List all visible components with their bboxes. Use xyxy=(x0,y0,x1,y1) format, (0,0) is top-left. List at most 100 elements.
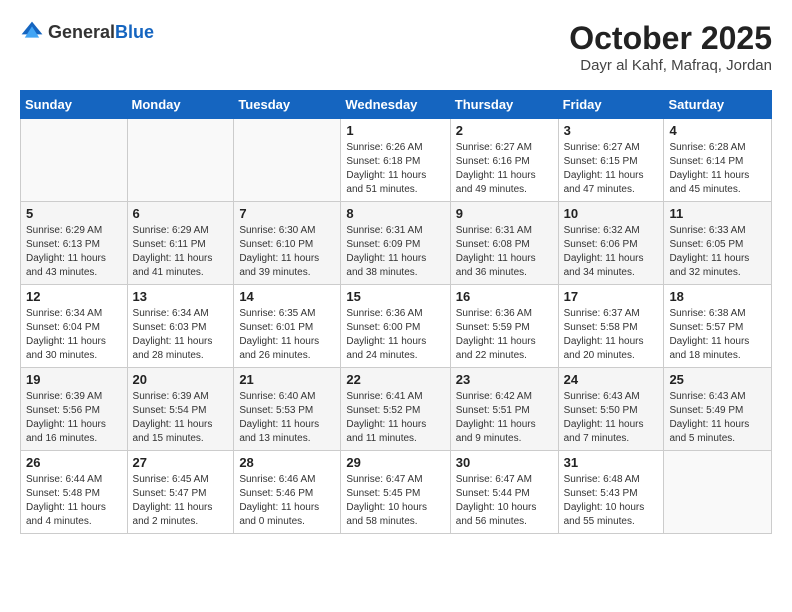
calendar-header-row: SundayMondayTuesdayWednesdayThursdayFrid… xyxy=(21,91,772,119)
calendar-cell: 17 Sunrise: 6:37 AM Sunset: 5:58 PM Dayli… xyxy=(558,285,664,368)
day-info: Sunrise: 6:43 AM Sunset: 5:50 PM Dayligh… xyxy=(564,390,659,446)
day-number: 9 xyxy=(456,206,553,221)
day-info: Sunrise: 6:46 AM Sunset: 5:46 PM Dayligh… xyxy=(239,473,335,529)
calendar-cell: 23 Sunrise: 6:42 AM Sunset: 5:51 PM Dayli… xyxy=(450,368,558,451)
day-info: Sunrise: 6:42 AM Sunset: 5:51 PM Dayligh… xyxy=(456,390,553,446)
page-header: GeneralBlue October 2025 Dayr al Kahf, M… xyxy=(20,20,772,74)
day-number: 30 xyxy=(456,455,553,470)
calendar-cell: 14 Sunrise: 6:35 AM Sunset: 6:01 PM Dayli… xyxy=(234,285,341,368)
location: Dayr al Kahf, Mafraq, Jordan xyxy=(569,57,772,74)
calendar-weekday-saturday: Saturday xyxy=(664,91,772,119)
day-number: 16 xyxy=(456,289,553,304)
day-info: Sunrise: 6:29 AM Sunset: 6:11 PM Dayligh… xyxy=(133,224,229,280)
day-number: 25 xyxy=(669,372,766,387)
calendar-cell xyxy=(127,119,234,202)
calendar-cell: 22Sunrise: 6:41 AM Sunset: 5:52 PM Dayli… xyxy=(341,368,450,451)
calendar-weekday-wednesday: Wednesday xyxy=(341,91,450,119)
day-number: 23 xyxy=(456,372,553,387)
calendar-cell: 20Sunrise: 6:39 AM Sunset: 5:54 PM Dayli… xyxy=(127,368,234,451)
day-info: Sunrise: 6:27 AM Sunset: 6:16 PM Dayligh… xyxy=(456,141,553,197)
day-info: Sunrise: 6:35 AM Sunset: 6:01 PM Dayligh… xyxy=(239,307,335,363)
calendar-weekday-friday: Friday xyxy=(558,91,664,119)
day-info: Sunrise: 6:31 AM Sunset: 6:09 PM Dayligh… xyxy=(346,224,444,280)
day-info: Sunrise: 6:36 AM Sunset: 5:59 PM Dayligh… xyxy=(456,307,553,363)
calendar-table: SundayMondayTuesdayWednesdayThursdayFrid… xyxy=(20,90,772,534)
day-number: 11 xyxy=(669,206,766,221)
calendar-cell: 21 Sunrise: 6:40 AM Sunset: 5:53 PM Dayli… xyxy=(234,368,341,451)
day-number: 27 xyxy=(133,455,229,470)
calendar-cell: 15 Sunrise: 6:36 AM Sunset: 6:00 PM Dayli… xyxy=(341,285,450,368)
day-number: 17 xyxy=(564,289,659,304)
day-info: Sunrise: 6:47 AM Sunset: 5:44 PM Dayligh… xyxy=(456,473,553,529)
day-info: Sunrise: 6:34 AM Sunset: 6:03 PM Dayligh… xyxy=(133,307,229,363)
calendar-cell: 16 Sunrise: 6:36 AM Sunset: 5:59 PM Dayli… xyxy=(450,285,558,368)
calendar-cell: 8Sunrise: 6:31 AM Sunset: 6:09 PM Daylig… xyxy=(341,202,450,285)
calendar-week-row: 26Sunrise: 6:44 AM Sunset: 5:48 PM Dayli… xyxy=(21,451,772,534)
title-block: October 2025 Dayr al Kahf, Mafraq, Jorda… xyxy=(569,20,772,74)
day-number: 19 xyxy=(26,372,122,387)
calendar-week-row: 1 Sunrise: 6:26 AM Sunset: 6:18 PM Daylig… xyxy=(21,119,772,202)
day-info: Sunrise: 6:26 AM Sunset: 6:18 PM Dayligh… xyxy=(346,141,444,197)
calendar-week-row: 12Sunrise: 6:34 AM Sunset: 6:04 PM Dayli… xyxy=(21,285,772,368)
calendar-cell xyxy=(21,119,128,202)
day-number: 4 xyxy=(669,123,766,138)
day-number: 2 xyxy=(456,123,553,138)
day-info: Sunrise: 6:37 AM Sunset: 5:58 PM Dayligh… xyxy=(564,307,659,363)
calendar-cell: 9 Sunrise: 6:31 AM Sunset: 6:08 PM Daylig… xyxy=(450,202,558,285)
calendar-cell: 19 Sunrise: 6:39 AM Sunset: 5:56 PM Dayli… xyxy=(21,368,128,451)
day-number: 5 xyxy=(26,206,122,221)
calendar-cell: 27 Sunrise: 6:45 AM Sunset: 5:47 PM Dayli… xyxy=(127,451,234,534)
day-info: Sunrise: 6:39 AM Sunset: 5:54 PM Dayligh… xyxy=(133,390,229,446)
day-info: Sunrise: 6:47 AM Sunset: 5:45 PM Dayligh… xyxy=(346,473,444,529)
day-info: Sunrise: 6:38 AM Sunset: 5:57 PM Dayligh… xyxy=(669,307,766,363)
month-title: October 2025 xyxy=(569,20,772,57)
day-info: Sunrise: 6:30 AM Sunset: 6:10 PM Dayligh… xyxy=(239,224,335,280)
day-info: Sunrise: 6:29 AM Sunset: 6:13 PM Dayligh… xyxy=(26,224,122,280)
day-info: Sunrise: 6:45 AM Sunset: 5:47 PM Dayligh… xyxy=(133,473,229,529)
day-number: 7 xyxy=(239,206,335,221)
day-info: Sunrise: 6:32 AM Sunset: 6:06 PM Dayligh… xyxy=(564,224,659,280)
calendar-cell xyxy=(234,119,341,202)
calendar-cell: 18 Sunrise: 6:38 AM Sunset: 5:57 PM Dayli… xyxy=(664,285,772,368)
day-info: Sunrise: 6:27 AM Sunset: 6:15 PM Dayligh… xyxy=(564,141,659,197)
day-number: 14 xyxy=(239,289,335,304)
day-number: 15 xyxy=(346,289,444,304)
day-number: 28 xyxy=(239,455,335,470)
day-number: 26 xyxy=(26,455,122,470)
calendar-cell: 31 Sunrise: 6:48 AM Sunset: 5:43 PM Dayli… xyxy=(558,451,664,534)
day-info: Sunrise: 6:28 AM Sunset: 6:14 PM Dayligh… xyxy=(669,141,766,197)
day-info: Sunrise: 6:33 AM Sunset: 6:05 PM Dayligh… xyxy=(669,224,766,280)
calendar-weekday-sunday: Sunday xyxy=(21,91,128,119)
calendar-weekday-monday: Monday xyxy=(127,91,234,119)
calendar-cell: 25 Sunrise: 6:43 AM Sunset: 5:49 PM Dayli… xyxy=(664,368,772,451)
day-info: Sunrise: 6:43 AM Sunset: 5:49 PM Dayligh… xyxy=(669,390,766,446)
day-number: 13 xyxy=(133,289,229,304)
day-number: 22 xyxy=(346,372,444,387)
calendar-cell: 10 Sunrise: 6:32 AM Sunset: 6:06 PM Dayli… xyxy=(558,202,664,285)
day-number: 1 xyxy=(346,123,444,138)
day-number: 29 xyxy=(346,455,444,470)
day-info: Sunrise: 6:36 AM Sunset: 6:00 PM Dayligh… xyxy=(346,307,444,363)
calendar-body: 1 Sunrise: 6:26 AM Sunset: 6:18 PM Daylig… xyxy=(21,119,772,534)
calendar-cell: 1 Sunrise: 6:26 AM Sunset: 6:18 PM Daylig… xyxy=(341,119,450,202)
day-info: Sunrise: 6:31 AM Sunset: 6:08 PM Dayligh… xyxy=(456,224,553,280)
day-number: 24 xyxy=(564,372,659,387)
day-number: 18 xyxy=(669,289,766,304)
calendar-cell: 3 Sunrise: 6:27 AM Sunset: 6:15 PM Daylig… xyxy=(558,119,664,202)
day-number: 6 xyxy=(133,206,229,221)
day-number: 10 xyxy=(564,206,659,221)
day-number: 21 xyxy=(239,372,335,387)
logo-text-general: General xyxy=(48,22,115,42)
day-number: 31 xyxy=(564,455,659,470)
calendar-weekday-tuesday: Tuesday xyxy=(234,91,341,119)
day-info: Sunrise: 6:34 AM Sunset: 6:04 PM Dayligh… xyxy=(26,307,122,363)
calendar-weekday-thursday: Thursday xyxy=(450,91,558,119)
day-info: Sunrise: 6:48 AM Sunset: 5:43 PM Dayligh… xyxy=(564,473,659,529)
day-info: Sunrise: 6:39 AM Sunset: 5:56 PM Dayligh… xyxy=(26,390,122,446)
day-number: 3 xyxy=(564,123,659,138)
logo: GeneralBlue xyxy=(20,20,154,44)
calendar-cell: 12Sunrise: 6:34 AM Sunset: 6:04 PM Dayli… xyxy=(21,285,128,368)
calendar-cell: 2 Sunrise: 6:27 AM Sunset: 6:16 PM Daylig… xyxy=(450,119,558,202)
day-info: Sunrise: 6:40 AM Sunset: 5:53 PM Dayligh… xyxy=(239,390,335,446)
calendar-cell: 11 Sunrise: 6:33 AM Sunset: 6:05 PM Dayli… xyxy=(664,202,772,285)
